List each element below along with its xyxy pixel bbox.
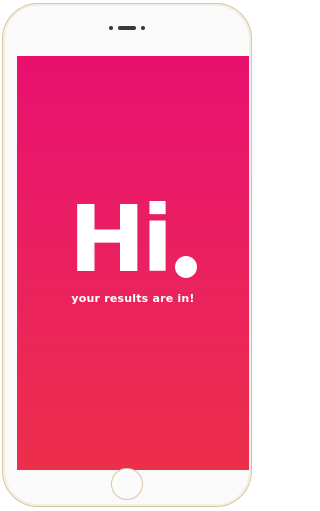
app-screen: Hi your results are in! [17, 56, 249, 470]
earpiece-slot [118, 26, 136, 30]
greeting-heading: Hi [69, 194, 198, 286]
speaker-grille-icon [109, 26, 145, 30]
sensor-dot [141, 26, 145, 30]
front-camera-dot [109, 26, 113, 30]
phone-frame: Hi your results are in! [2, 3, 252, 507]
greeting-block: Hi your results are in! [17, 194, 249, 305]
greeting-dot [175, 256, 198, 278]
home-button-icon[interactable] [111, 468, 143, 500]
greeting-text: Hi [68, 186, 174, 293]
results-subtitle: your results are in! [71, 292, 195, 305]
